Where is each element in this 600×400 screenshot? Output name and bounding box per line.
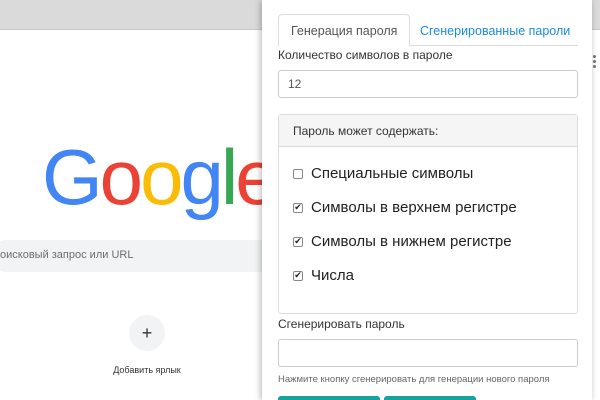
more-options-icon[interactable] [593,55,597,69]
option-lowercase[interactable]: ✔ Символы в нижнем регистре [293,233,512,250]
checkbox-unchecked-icon[interactable] [293,168,303,179]
option-label: Специальные символы [311,165,474,182]
checkbox-checked-icon[interactable]: ✔ [293,236,303,247]
tab-generate-password[interactable]: Генерация пароля [278,14,411,47]
option-label: Символы в верхнем регистре [311,199,517,216]
copy-button[interactable] [384,396,476,400]
generate-button[interactable] [278,396,380,400]
logo-letter: o [99,133,143,221]
google-logo: Google [42,133,279,221]
tab-bar: Генерация пароля Сгенерированные пароли [278,14,578,47]
add-shortcut-button[interactable]: + [129,315,165,351]
generated-password-label: Сгенерировать пароль [278,317,405,331]
hint-text: Нажмите кнопку сгенерировать для генерац… [278,374,550,385]
option-label: Символы в нижнем регистре [311,233,512,250]
logo-letter: l [220,133,238,221]
password-generator-popup: Генерация пароля Сгенерированные пароли … [262,0,592,400]
length-input[interactable]: 12 [278,70,578,98]
logo-letter: G [42,133,103,221]
option-special-chars[interactable]: Специальные символы [293,165,473,182]
logo-letter: g [180,133,223,221]
options-heading: Пароль может содержать: [279,115,577,147]
checkbox-checked-icon[interactable]: ✔ [293,270,303,281]
plus-icon: + [141,322,153,343]
option-numbers[interactable]: ✔ Числа [293,267,354,284]
tab-generated-passwords[interactable]: Сгенерированные пароли [408,14,582,47]
checkbox-checked-icon[interactable]: ✔ [293,202,303,213]
option-uppercase[interactable]: ✔ Символы в верхнем регистре [293,199,517,216]
add-shortcut-label: Добавить ярлык [113,365,181,375]
length-value: 12 [288,77,302,91]
logo-letter: o [140,133,183,221]
options-panel: Пароль может содержать: Специальные симв… [278,114,578,314]
generated-password-input[interactable] [278,339,578,367]
search-placeholder: оисковый запрос или URL [0,249,134,261]
option-label: Числа [311,267,354,284]
length-label: Количество символов в пароле [278,48,453,62]
